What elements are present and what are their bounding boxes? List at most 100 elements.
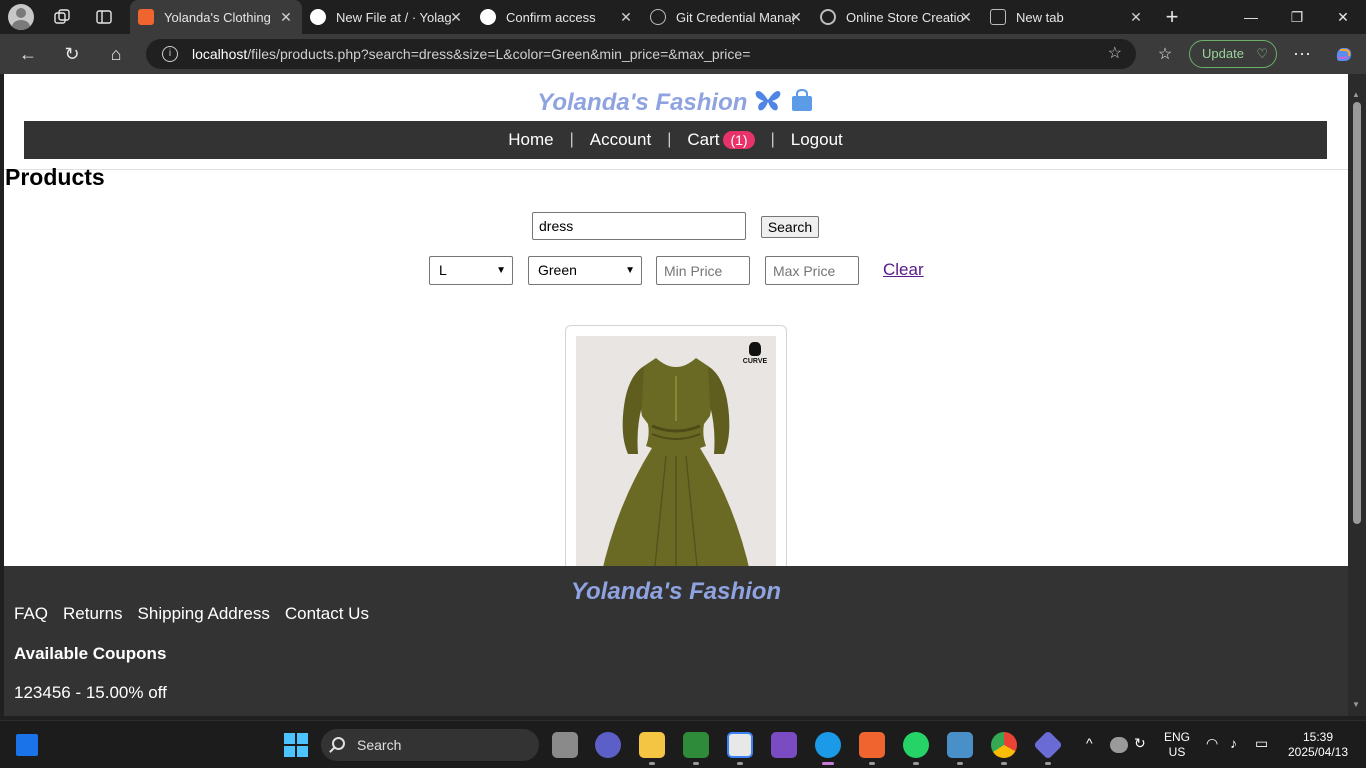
main-navbar: Home | Account | Cart (1) | Logout [24,121,1327,159]
coupons-heading: Available Coupons [14,644,167,663]
minimize-icon[interactable]: — [1228,0,1274,34]
back-arrow-icon[interactable]: ← [16,42,40,66]
search-button[interactable]: Search [761,216,819,238]
search-input[interactable] [532,212,746,240]
running-indicator [693,762,699,765]
address-bar[interactable]: i localhost/files/products.php?search=dr… [146,39,1136,69]
footer-link-shipping-address[interactable]: Shipping Address [138,604,270,624]
tab-confirm-access[interactable]: Confirm access ✕ [472,0,642,34]
update-heart-icon: ♡ [1256,46,1268,61]
file-explorer-icon[interactable] [639,732,665,758]
close-tab-icon[interactable]: ✕ [1128,9,1144,25]
edge-browser-icon[interactable] [815,732,841,758]
running-indicator [737,762,743,765]
language-indicator[interactable]: ENG US [1160,730,1194,760]
whatsapp-icon[interactable] [903,732,929,758]
running-indicator [913,762,919,765]
color-select-value: Green [538,262,577,278]
scroll-up-arrow-icon[interactable]: ▲ [1352,90,1360,99]
remote-desktop-icon[interactable] [947,732,973,758]
openai-favicon-icon [820,9,836,25]
tab-title: Yolanda's Clothing [164,9,271,25]
tab-online-store-creation[interactable]: Online Store Creatio ✕ [812,0,982,34]
widgets-icon[interactable] [16,734,38,756]
chevron-up-icon[interactable]: ^ [1086,735,1093,751]
restore-icon[interactable]: ❐ [1274,0,1320,34]
tab-title: Git Credential Manag [676,9,794,25]
taskbar-search[interactable]: Search [321,729,539,761]
min-price-input[interactable] [656,256,750,285]
url-path: /files/products.php?search=dress&size=L&… [247,46,751,62]
page-scrollbar[interactable]: ▲ ▼ [1348,74,1366,716]
update-label: Update [1202,46,1244,61]
chrome-icon[interactable] [991,732,1017,758]
running-indicator [1001,762,1007,765]
footer-link-faq[interactable]: FAQ [14,604,48,624]
close-tab-icon[interactable]: ✕ [618,9,634,25]
close-tab-icon[interactable]: ✕ [278,9,294,25]
globe-icon [650,9,666,25]
footer-link-contact-us[interactable]: Contact Us [285,604,369,624]
copilot-icon[interactable] [1332,42,1356,66]
site-info-icon[interactable]: i [162,46,178,62]
max-price-input[interactable] [765,256,859,285]
tab-actions-icon[interactable] [92,5,116,29]
update-button[interactable]: Update ♡ [1189,40,1277,68]
tab-title: Confirm access [506,9,596,25]
nav-account-link[interactable]: Account [574,130,667,150]
size-select[interactable]: L ▼ [429,256,513,285]
cart-label: Cart [687,130,720,149]
new-tab-plus-icon[interactable]: + [1160,4,1184,29]
wifi-icon[interactable]: ◠ [1206,735,1218,752]
nav-home-link[interactable]: Home [492,130,569,150]
tab-new-tab[interactable]: New tab ✕ [982,0,1152,34]
workspaces-icon[interactable] [50,5,74,29]
more-menu-icon[interactable]: ⋯ [1290,42,1314,66]
battery-icon[interactable]: ▭ [1255,735,1268,752]
task-view-icon[interactable] [552,732,578,758]
close-tab-icon[interactable]: ✕ [788,9,804,25]
tab-yolandas-clothing[interactable]: Yolanda's Clothing ✕ [130,0,302,34]
tab-title: Online Store Creatio [846,9,964,25]
refresh-icon[interactable]: ↻ [60,42,84,66]
favorite-star-icon[interactable]: ☆ [1108,39,1122,69]
nav-cart-link[interactable]: Cart (1) [671,130,770,150]
volume-icon[interactable]: ♪ [1230,735,1237,751]
microsoft-store-icon[interactable] [727,732,753,758]
green-velvet-dress-image [576,336,776,576]
close-window-icon[interactable]: ✕ [1320,0,1366,34]
running-indicator [957,762,963,765]
site-brand[interactable]: Yolanda's Fashion [4,88,1348,119]
xampp-icon[interactable] [859,732,885,758]
scroll-down-arrow-icon[interactable]: ▼ [1352,700,1360,709]
visual-studio-icon[interactable] [771,732,797,758]
chevron-down-icon: ▼ [625,265,635,276]
sync-icon[interactable]: ↻ [1134,735,1146,752]
spreadsheet-app-icon[interactable] [683,732,709,758]
close-tab-icon[interactable]: ✕ [448,9,464,25]
close-tab-icon[interactable]: ✕ [958,9,974,25]
github-favicon-icon [310,9,326,25]
git-tool-icon[interactable] [1033,730,1063,760]
scrollbar-thumb[interactable] [1353,102,1361,524]
home-icon[interactable]: ⌂ [104,42,128,66]
new-tab-page-icon [990,9,1006,25]
nav-logout-link[interactable]: Logout [775,130,859,150]
color-select[interactable]: Green ▼ [528,256,642,285]
clock-date: 2025/04/13 [1287,745,1349,759]
shopping-bag-icon [789,88,815,119]
chevron-down-icon: ▼ [496,265,506,276]
lang-bottom: US [1168,745,1186,759]
favorites-icon[interactable]: ☆ [1153,42,1177,66]
meet-chat-icon[interactable] [595,732,621,758]
profile-avatar-icon[interactable] [8,4,34,30]
footer-link-returns[interactable]: Returns [63,604,123,624]
windows-start-icon[interactable] [283,732,309,758]
product-image[interactable]: CURVE [576,336,776,576]
clock[interactable]: 15:39 2025/04/13 [1280,730,1356,760]
onedrive-icon[interactable] [1110,737,1128,753]
clear-filters-link[interactable]: Clear [883,260,924,280]
tab-git-credential-manager[interactable]: Git Credential Manag ✕ [642,0,812,34]
tab-new-file[interactable]: New File at / · Yolag ✕ [302,0,472,34]
active-indicator [822,762,834,765]
